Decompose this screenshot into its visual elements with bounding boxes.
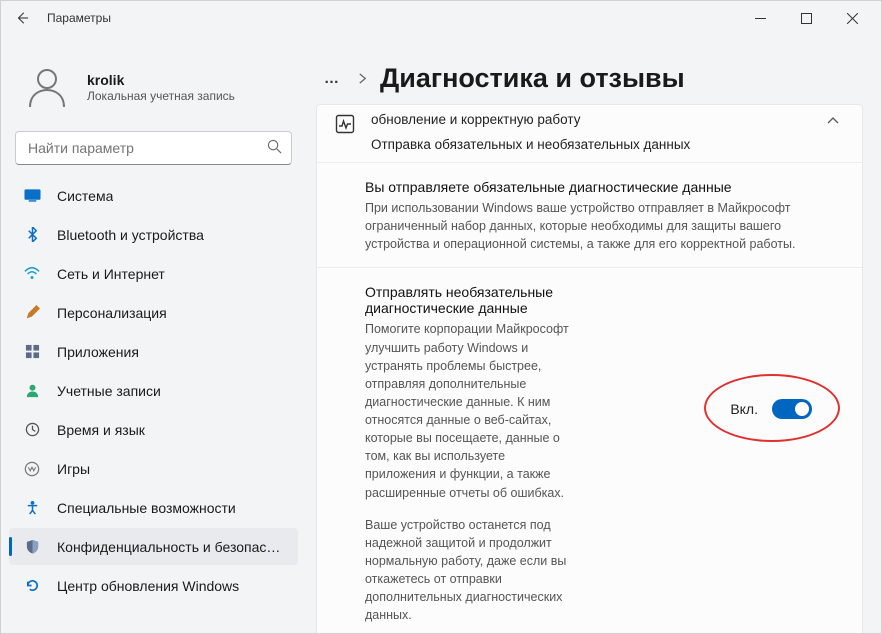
sidebar-item-label: Bluetooth и устройства [57,227,204,243]
clock-icon [23,421,41,439]
sidebar-item-label: Система [57,188,113,204]
section-desc: Помогите корпорации Майкрософт улучшить … [365,320,575,501]
section-desc-2: Ваше устройство останется под надежной з… [365,516,575,625]
monitor-icon [23,187,41,205]
account-icon [23,382,41,400]
sidebar-item-accessibility[interactable]: Специальные возможности [9,489,298,526]
page-title: Диагностика и отзывы [380,63,685,94]
card-header[interactable]: обновление и корректную работу Отправка … [317,105,862,162]
brush-icon [23,304,41,322]
card-header-line2: Отправка обязательных и необязательных д… [371,137,810,152]
breadcrumb-ellipsis[interactable]: … [320,70,345,87]
window-controls [737,3,875,33]
back-button[interactable] [7,3,37,33]
diagnostics-icon [335,114,355,134]
optional-data-section: Отправлять необязательные диагностически… [317,268,862,633]
accessibility-icon [23,499,41,517]
bluetooth-icon [23,226,41,244]
gaming-icon [23,460,41,478]
wifi-icon [23,265,41,283]
chevron-right-icon [357,71,368,87]
sidebar-item-label: Персонализация [57,305,167,321]
close-button[interactable] [829,3,875,33]
update-icon [23,577,41,595]
body: krolik Локальная учетная запись Система [1,35,881,633]
profile-block[interactable]: krolik Локальная учетная запись [9,47,298,131]
section-desc: При использовании Windows ваше устройств… [365,199,844,253]
person-icon [23,63,71,111]
sidebar-item-label: Специальные возможности [57,500,236,516]
close-icon [847,13,858,24]
avatar [21,61,73,113]
apps-icon [23,343,41,361]
chevron-up-icon[interactable] [826,114,844,131]
card-header-text: обновление и корректную работу Отправка … [371,112,810,152]
toggle-label: Вкл. [730,401,758,417]
sidebar-item-update[interactable]: Центр обновления Windows [9,567,298,604]
titlebar: Параметры [1,1,881,35]
search-wrap [15,131,292,165]
window-title: Параметры [47,11,111,25]
content: … Диагностика и отзывы обновление и корр… [306,35,881,633]
sidebar-item-privacy[interactable]: Конфиденциальность и безопасность [9,528,298,565]
settings-window: Параметры krolik [0,0,882,634]
cards: обновление и корректную работу Отправка … [316,104,863,633]
optional-toggle-area: Вкл. [730,399,812,419]
minimize-button[interactable] [737,3,783,33]
sidebar-item-accounts[interactable]: Учетные записи [9,372,298,409]
sidebar-item-personalization[interactable]: Персонализация [9,294,298,331]
sidebar-item-label: Игры [57,461,90,477]
arrow-left-icon [15,11,29,25]
search-input[interactable] [15,131,292,165]
sidebar-item-label: Приложения [57,344,139,360]
sidebar-item-system[interactable]: Система [9,177,298,214]
sidebar-item-bluetooth[interactable]: Bluetooth и устройства [9,216,298,253]
card-header-line1: обновление и корректную работу [371,112,810,127]
optional-left: Отправлять необязательные диагностически… [365,284,575,624]
section-title: Отправлять необязательные диагностически… [365,284,575,316]
profile-name: krolik [87,72,235,88]
sidebar-item-network[interactable]: Сеть и Интернет [9,255,298,292]
maximize-button[interactable] [783,3,829,33]
sidebar-item-gaming[interactable]: Игры [9,450,298,487]
sidebar-item-apps[interactable]: Приложения [9,333,298,370]
section-title: Вы отправляете обязательные диагностичес… [365,179,844,195]
optional-right: Вкл. [593,284,844,624]
sidebar-item-label: Время и язык [57,422,145,438]
profile-subtitle: Локальная учетная запись [87,89,235,103]
sidebar-item-label: Сеть и Интернет [57,266,165,282]
sidebar-item-label: Центр обновления Windows [57,578,239,594]
sidebar-item-time[interactable]: Время и язык [9,411,298,448]
search-icon [267,139,282,157]
sidebar-item-label: Учетные записи [57,383,161,399]
maximize-icon [801,13,812,24]
sidebar-item-label: Конфиденциальность и безопасность [57,539,288,555]
nav: Система Bluetooth и устройства Сеть и Ин… [9,177,298,604]
optional-data-toggle[interactable] [772,399,812,419]
profile-text: krolik Локальная учетная запись [87,72,235,103]
breadcrumb: … Диагностика и отзывы [316,63,863,94]
required-data-section: Вы отправляете обязательные диагностичес… [317,163,862,267]
shield-icon [23,538,41,556]
diagnostic-card: обновление и корректную работу Отправка … [316,104,863,633]
sidebar: krolik Локальная учетная запись Система [1,35,306,633]
minimize-icon [755,13,766,24]
